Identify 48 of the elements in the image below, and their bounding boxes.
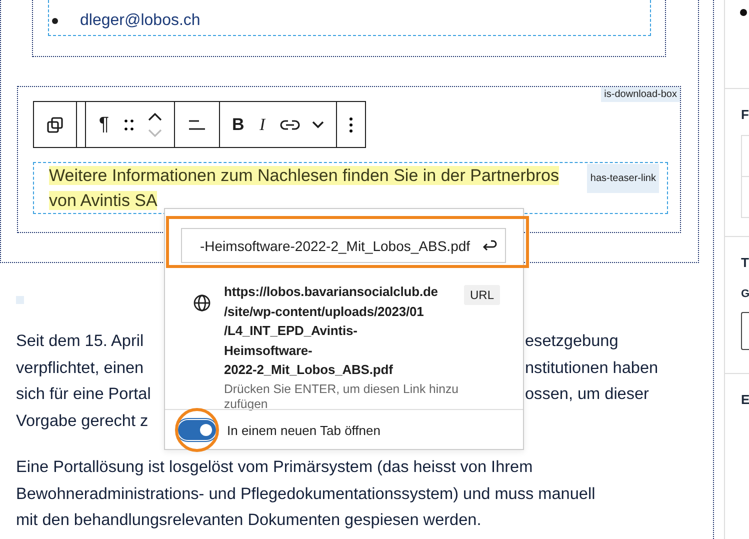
section-heading[interactable]: F — [741, 89, 749, 122]
hint-text: zufügen — [224, 396, 269, 412]
body-text: Eine Portallösung ist losgelöst vom Primärsystem (das heisst von Ihrem — [16, 457, 533, 478]
teaser-text: Weitere Informationen zum Nachlesen finden Sie in der Partnerbros — [49, 166, 559, 185]
class-tag: has-teaser-link — [587, 164, 659, 193]
link-icon — [280, 118, 300, 130]
chevron-down-icon — [312, 120, 324, 128]
highlight-circle — [175, 408, 219, 452]
url-text: Heimsoftware- — [224, 342, 314, 360]
block-marker-icon — [16, 296, 24, 304]
body-text: Vorgabe gerecht z — [16, 410, 148, 432]
bullet-icon — [52, 18, 58, 24]
url-input-field[interactable]: -Heimsoftware-2022-2_Mit_Lobos_ABS.pdf — [181, 228, 506, 263]
url-text: https://lobos.bavariansocialclub.de — [224, 283, 439, 301]
hint-text: Drücken Sie ENTER, um diesen Link hinzu — [224, 382, 460, 396]
enter-icon — [481, 238, 497, 254]
italic-button[interactable]: I — [250, 102, 274, 147]
email-link[interactable]: dleger@lobos.ch — [80, 12, 200, 30]
body-text: sich für eine Portal — [16, 384, 151, 405]
body-text: verpflichtet, einen — [16, 358, 144, 378]
copy-icon — [46, 116, 64, 134]
more-vertical-icon — [349, 116, 354, 132]
body-text: Bewohneradministrations- und Pflegedokumentationssystem) und muss manuell — [16, 484, 596, 504]
body-text: Seit dem 15. April — [16, 331, 144, 352]
type-badge: URL — [464, 285, 500, 305]
class-tag: is-download-box — [601, 87, 680, 102]
url-text: /site/wp-content/uploads/2023/01 — [224, 302, 425, 321]
chevron-down-icon — [148, 128, 162, 136]
body-text: nstitutionen haben — [525, 358, 658, 378]
toggle-label: In einem neuen Tab öffnen — [227, 422, 380, 438]
section-heading[interactable]: E — [741, 374, 749, 407]
paragraph-button[interactable]: ¶ — [92, 102, 116, 147]
bullet-icon — [740, 9, 747, 16]
chevron-up-icon — [148, 112, 162, 120]
bold-button[interactable]: B — [226, 102, 250, 147]
field-label: G — [741, 288, 749, 300]
url-text: /L4_INT_EPD_Avintis- — [224, 322, 358, 340]
new-tab-toggle[interactable] — [178, 420, 216, 440]
link-suggestion[interactable]: https://lobos.bavariansocialclub.de /site/wp-content/uploads/2023/01 /L4_INT_EPD_Avintis- Heimsoftware- 2022-2_Mit_Lobos_ABS.pdf Drücken Sie ENTER, um diesen Link hinzu zufügen URL — [165, 279, 523, 412]
input-field[interactable] — [741, 312, 749, 350]
body-text: esetzgebung — [525, 331, 618, 352]
url-text: 2022-2_Mit_Lobos_ABS.pdf — [224, 361, 394, 379]
body-text: mit den behandlungsrelevanten Dokumenten gespiesen werden. — [16, 510, 482, 531]
body-text: ossen, um dieser — [525, 384, 649, 405]
drag-icon — [124, 118, 134, 132]
teaser-text: von Avintis SA — [49, 191, 158, 210]
globe-icon — [193, 294, 211, 312]
section-heading[interactable]: T — [741, 237, 749, 270]
